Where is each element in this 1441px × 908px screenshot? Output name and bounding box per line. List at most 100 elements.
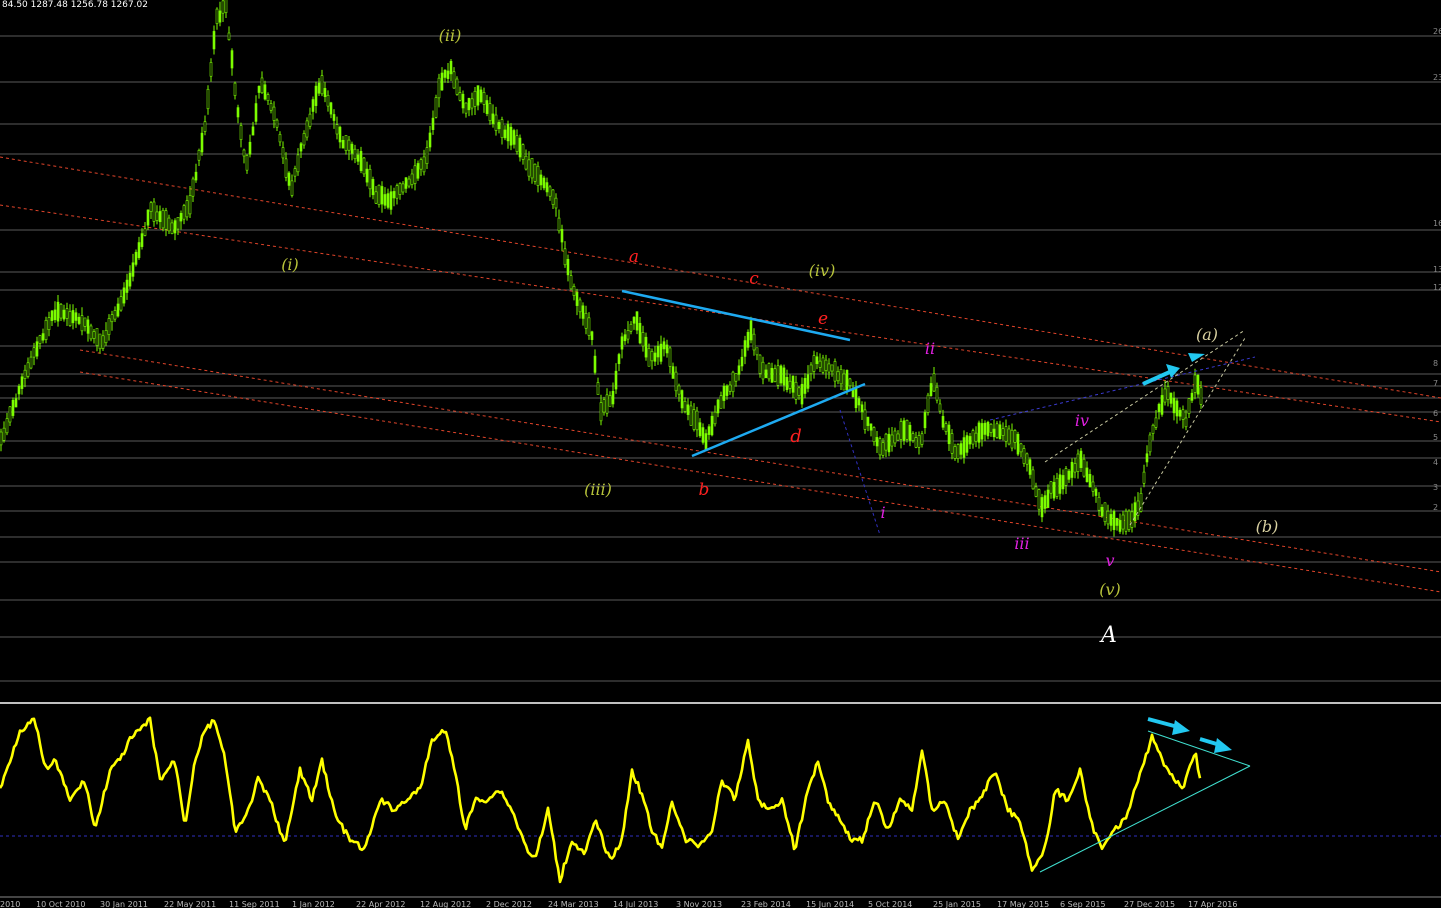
candle-body xyxy=(1142,471,1146,484)
candle-body xyxy=(359,151,363,171)
candle-body xyxy=(1166,386,1170,400)
candle-body xyxy=(1001,428,1005,436)
candle-body xyxy=(176,217,180,230)
candle-body xyxy=(503,129,507,139)
price-tick-label: 7 xyxy=(1433,379,1438,388)
candle-body xyxy=(632,316,636,324)
date-tick-label: 1 Jan 2012 xyxy=(292,900,335,908)
candle-body xyxy=(635,311,639,331)
candle-body xyxy=(143,228,147,236)
candle-body xyxy=(830,364,834,372)
candle-body xyxy=(215,8,219,24)
candle-body xyxy=(1049,481,1053,494)
candle-body xyxy=(47,317,51,331)
candle-body xyxy=(893,430,897,444)
candle-body xyxy=(251,126,255,136)
candle-body xyxy=(683,401,687,412)
candle-body xyxy=(236,107,240,118)
candle-body xyxy=(1109,514,1113,526)
candle-body xyxy=(140,233,144,247)
candle-body xyxy=(470,98,474,109)
candle-body xyxy=(1037,489,1041,510)
candle-body xyxy=(563,248,567,266)
candle-body xyxy=(1064,468,1068,486)
candle-body xyxy=(239,125,243,140)
wave-label: (v) xyxy=(1099,580,1121,599)
candle-body xyxy=(812,355,816,372)
candle-body xyxy=(704,433,708,451)
candle-body xyxy=(623,334,627,342)
candle-body xyxy=(779,365,783,384)
candle-body xyxy=(809,364,813,374)
candle-body xyxy=(1022,448,1026,464)
candle-body xyxy=(479,89,483,103)
price-chart[interactable]: 26 23 16 13 12 8 7 6 5 4 3 2 (i) (ii) (iii) (iv) (v) a b c… xyxy=(0,0,1441,908)
candle-body xyxy=(194,171,198,181)
blue-dotted-trend xyxy=(989,356,1256,421)
candle-body xyxy=(437,77,441,99)
candle-body xyxy=(731,371,735,393)
candle-body xyxy=(944,423,948,432)
candle-body xyxy=(488,103,492,122)
candle-body xyxy=(302,133,306,146)
wave-label: iv xyxy=(1075,411,1089,430)
candle-body xyxy=(8,406,12,423)
candle-body xyxy=(692,409,696,430)
candle-body xyxy=(878,438,882,456)
candle-body xyxy=(863,409,867,430)
candle-body xyxy=(881,442,885,456)
candle-body xyxy=(872,427,876,442)
candle-body xyxy=(842,373,846,391)
candle-body xyxy=(185,200,189,218)
candle-body xyxy=(1016,433,1020,455)
candle-body xyxy=(485,100,489,114)
candle-body xyxy=(824,359,828,371)
candle-body xyxy=(440,72,444,91)
candle-body xyxy=(263,84,267,100)
candle-body xyxy=(611,390,615,405)
candle-body xyxy=(116,303,120,317)
candle-body xyxy=(521,144,525,160)
candle-body xyxy=(1052,482,1056,499)
candle-body xyxy=(146,209,150,226)
candle-body xyxy=(410,173,414,185)
candle-body xyxy=(1076,453,1080,472)
candle-body xyxy=(371,179,375,196)
candle-body xyxy=(1097,496,1101,511)
candle-body xyxy=(584,312,588,329)
candle-body xyxy=(509,126,513,146)
price-tick-label: 8 xyxy=(1433,359,1438,368)
candle-body xyxy=(644,336,648,358)
candle-body xyxy=(125,279,129,293)
candle-body xyxy=(773,368,777,382)
candle-body xyxy=(65,308,69,319)
candle-body xyxy=(353,148,357,160)
candle-body xyxy=(845,370,849,391)
candle-body xyxy=(344,135,348,151)
wave-label: i xyxy=(880,503,885,522)
candle-body xyxy=(203,121,207,132)
candle-body xyxy=(548,186,552,197)
candle-body xyxy=(749,320,753,341)
candle-body xyxy=(53,309,57,321)
candle-body xyxy=(494,114,498,131)
candle-body xyxy=(35,341,39,357)
candle-body xyxy=(1034,486,1038,497)
candle-body xyxy=(536,165,540,186)
candle-body xyxy=(530,157,534,179)
candle-body xyxy=(50,310,54,321)
candle-body xyxy=(158,211,162,223)
date-tick-label: 3 Nov 2013 xyxy=(676,900,722,908)
candle-body xyxy=(1121,514,1125,530)
candle-body xyxy=(1160,395,1164,415)
candle-body xyxy=(296,154,300,173)
candle-body xyxy=(230,50,234,69)
candle-body xyxy=(1031,469,1035,490)
candle-body xyxy=(527,159,531,177)
candle-body xyxy=(833,361,837,382)
candle-body xyxy=(221,0,225,14)
candle-body xyxy=(515,135,519,152)
candle-body xyxy=(707,426,711,435)
osc-arrow-head-1 xyxy=(1172,720,1190,735)
candle-body xyxy=(968,436,972,445)
